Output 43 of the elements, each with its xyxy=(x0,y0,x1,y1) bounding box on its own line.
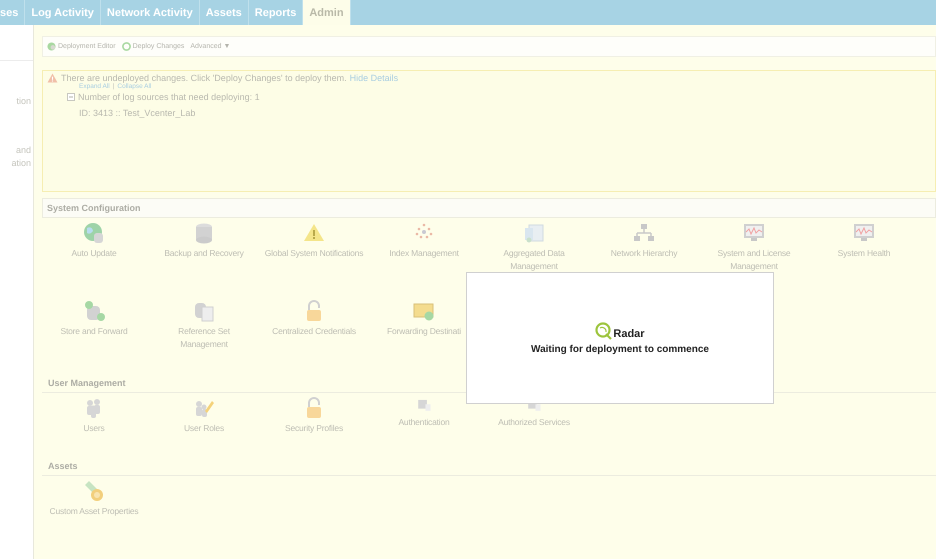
admin-item[interactable]: Users xyxy=(39,393,149,457)
admin-item[interactable]: System Health xyxy=(809,218,919,296)
globe-icon xyxy=(83,222,105,244)
monitor-icon xyxy=(743,222,765,244)
hide-details-link[interactable]: Hide Details xyxy=(350,73,398,83)
globe-icon xyxy=(47,42,56,51)
admin-item[interactable]: Reference Set Management xyxy=(149,296,259,374)
tag-gear-icon xyxy=(83,480,105,502)
section-title: Assets xyxy=(48,461,78,471)
log-source-entry: ID: 3413 :: Test_Vcenter_Lab xyxy=(79,108,196,118)
admin-item[interactable]: Store and Forward xyxy=(39,296,149,374)
section-title: User Management xyxy=(48,378,126,388)
section-title: System Configuration xyxy=(47,203,141,213)
sidebar-item[interactable]: and xyxy=(0,145,33,155)
collapse-toggle-icon[interactable] xyxy=(67,93,75,101)
warning-icon xyxy=(47,73,58,83)
logo-icon xyxy=(595,322,614,340)
admin-item[interactable]: User Roles xyxy=(149,393,259,457)
admin-item[interactable]: Global System Notifications xyxy=(259,218,369,296)
group-label: Number of log sources that need deploying: 1 xyxy=(78,92,260,102)
warning-icon xyxy=(303,222,325,244)
admin-item[interactable]: Auto Update xyxy=(39,218,149,296)
notice-message: There are undeployed changes. Click 'Deploy Changes' to deploy them. xyxy=(61,73,347,83)
sidebar-item[interactable]: tion xyxy=(0,96,33,106)
admin-item[interactable]: Authentication xyxy=(369,393,479,457)
admin-item[interactable]: Security Profiles xyxy=(259,393,369,457)
nav-tab[interactable]: Admin xyxy=(303,0,351,25)
admin-item[interactable]: Network Hierarchy xyxy=(589,218,699,296)
dialog-message: Waiting for deployment to commence xyxy=(531,344,709,354)
sidebar-item[interactable]: ation xyxy=(0,158,33,168)
hierarchy-icon xyxy=(633,222,655,244)
monitor-icon xyxy=(853,222,875,244)
database-icon xyxy=(193,222,215,244)
refresh-icon xyxy=(122,42,131,51)
computer-icon xyxy=(416,397,432,413)
nav-tab[interactable]: ses xyxy=(0,0,26,25)
admin-item[interactable]: Index Management xyxy=(369,218,479,296)
spreadsheet-icon xyxy=(523,222,545,244)
brand-name: Radar xyxy=(613,328,645,340)
document-icon xyxy=(193,300,215,322)
admin-item[interactable]: Backup and Recovery xyxy=(149,218,259,296)
admin-item[interactable]: Custom Asset Properties xyxy=(39,476,149,524)
admin-item[interactable]: Centralized Credentials xyxy=(259,296,369,374)
